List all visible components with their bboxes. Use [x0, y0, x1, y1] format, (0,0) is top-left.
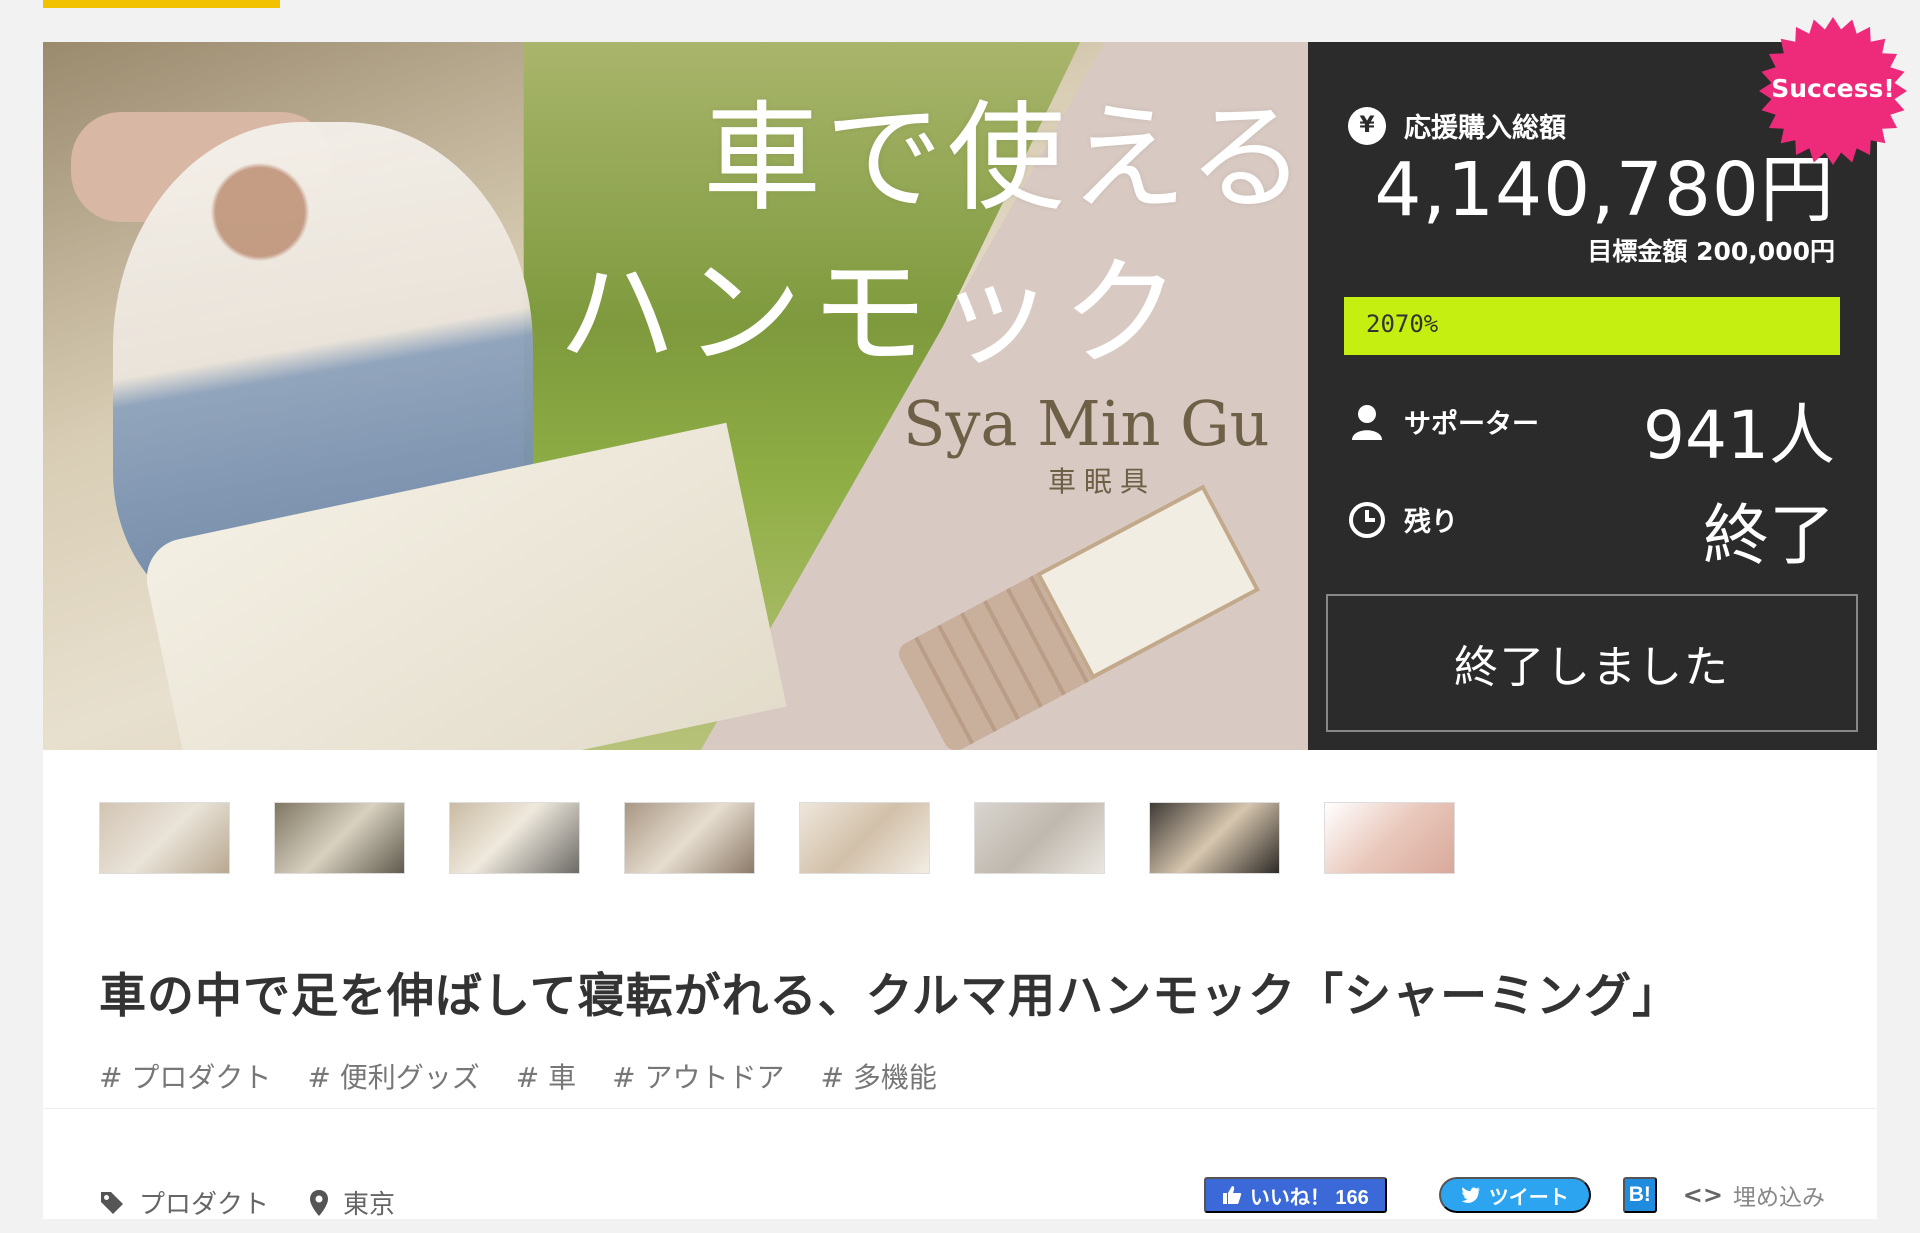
- thumbnail-image[interactable]: [449, 802, 580, 874]
- thumbnail-image[interactable]: [1149, 802, 1280, 874]
- category-label: プロダクト: [139, 1190, 270, 1220]
- hatena-bookmark-button[interactable]: B!: [1622, 1177, 1657, 1213]
- location-label: 東京: [343, 1190, 396, 1220]
- thumbnail-image[interactable]: [99, 802, 230, 874]
- project-title: 車の中で足を伸ばして寝転がれる、クルマ用ハンモック「シャーミング」: [99, 969, 1681, 1024]
- tag-link[interactable]: # 車: [516, 1056, 576, 1096]
- hero-brand: Sya Min Gu: [903, 387, 1270, 460]
- project-meta: プロダクト 東京: [99, 1184, 395, 1221]
- hero-title-line1: 車で使える: [703, 89, 1308, 227]
- thumbnail-image[interactable]: [624, 802, 755, 874]
- embed-link[interactable]: <> 埋め込み: [1683, 1178, 1825, 1212]
- progress-percent: 2070%: [1366, 310, 1439, 338]
- remain-value: 終了: [1703, 497, 1835, 574]
- tweet-button[interactable]: ツイート: [1438, 1177, 1591, 1213]
- category-link[interactable]: プロダクト: [99, 1184, 269, 1221]
- share-buttons: いいね！ 166 ツイート B! <> 埋め込み: [1203, 1177, 1825, 1213]
- thumbnail-image[interactable]: [974, 802, 1105, 874]
- project-card: 車で使える ハンモック Sya Min Gu 車眠具 ¥ 応援購入総額 4,14…: [43, 42, 1877, 1221]
- remain-label-row: 残り: [1348, 500, 1458, 539]
- tweet-label: ツイート: [1488, 1186, 1569, 1209]
- success-badge-label: Success!: [1771, 74, 1895, 103]
- facebook-like-button[interactable]: いいね！ 166: [1203, 1177, 1387, 1213]
- hero-brand-sub: 車眠具: [1048, 465, 1157, 498]
- tag-list: # プロダクト # 便利グッズ # 車 # アウトドア # 多機能: [99, 1056, 937, 1096]
- thumbs-up-icon: [1222, 1186, 1242, 1204]
- tag-link[interactable]: # アウトドア: [612, 1056, 784, 1096]
- location-pin-icon: [310, 1189, 329, 1216]
- tag-link[interactable]: # プロダクト: [99, 1056, 271, 1096]
- thumbnail-image[interactable]: [274, 802, 405, 874]
- thumbnail-image[interactable]: [1324, 802, 1455, 874]
- tag-link[interactable]: # 便利グッズ: [307, 1056, 479, 1096]
- facebook-like-label: いいね！ 166: [1249, 1186, 1369, 1209]
- person-icon: [1348, 403, 1386, 441]
- divider: [43, 1108, 1877, 1109]
- tag-icon: [101, 1191, 123, 1214]
- tab-active-indicator: [43, 0, 280, 8]
- hero-title-line2: ハンモック: [558, 244, 1189, 382]
- hero-image[interactable]: 車で使える ハンモック Sya Min Gu 車眠具: [43, 42, 1308, 750]
- thumbnail-image[interactable]: [799, 802, 930, 874]
- supporters-count: 941人: [1643, 397, 1835, 474]
- project-ended-button[interactable]: 終了しました: [1326, 594, 1858, 732]
- twitter-bird-icon: [1461, 1187, 1480, 1203]
- embed-label: 埋め込み: [1733, 1185, 1825, 1211]
- clock-icon: [1348, 501, 1386, 539]
- thumbnail-strip: [99, 802, 1455, 874]
- location-link[interactable]: 東京: [309, 1184, 395, 1221]
- supporters-label: サポーター: [1404, 409, 1539, 440]
- supporters-label-row: サポーター: [1348, 402, 1539, 441]
- tag-link[interactable]: # 多機能: [821, 1056, 937, 1096]
- goal-amount: 目標金額 200,000円: [1587, 237, 1835, 266]
- remain-label: 残り: [1404, 507, 1458, 538]
- code-icon: <>: [1682, 1181, 1723, 1209]
